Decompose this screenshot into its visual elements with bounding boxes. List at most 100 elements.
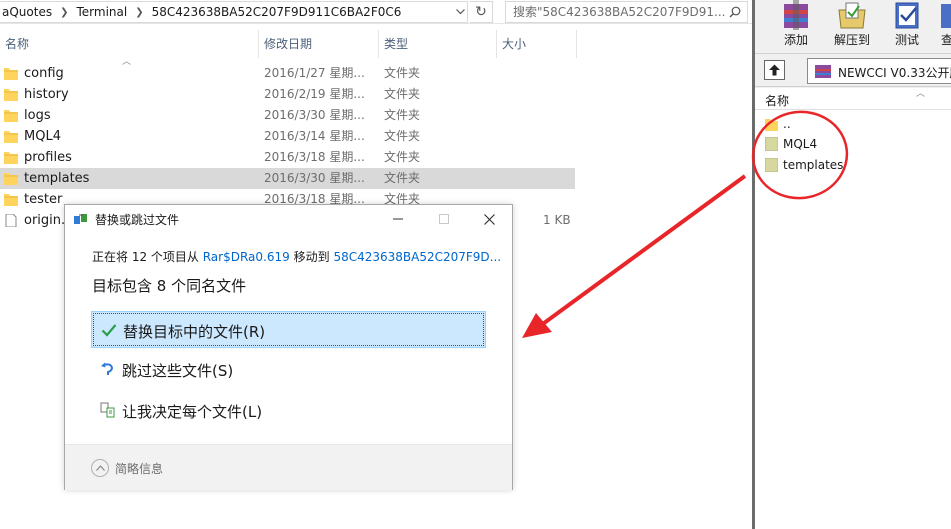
address-bar: aQuotes ❯ Terminal ❯ 58C423638BA52C207F9… <box>0 0 752 24</box>
skip-files-label: 跳过这些文件(S) <box>122 362 234 380</box>
file-row[interactable]: profiles 2016/3/18 星期... 文件夹 <box>0 147 575 168</box>
test-button[interactable]: 测试 <box>879 0 935 52</box>
winrar-window: 添加 解压到 测试 查 NEWCCI V0.33公开版 名称 ︿ .. MQL4… <box>752 0 951 529</box>
file-type: 文件夹 <box>384 87 421 101</box>
list-item-label: .. <box>783 117 791 131</box>
dialog-title: 替换或跳过文件 <box>95 213 180 227</box>
up-arrow-icon <box>769 64 780 76</box>
folder-icon <box>4 131 18 143</box>
replace-or-skip-dialog: 替换或跳过文件 正在将 12 个项目从 Rar$DRa0.619 移动到 58C… <box>64 204 513 490</box>
close-button[interactable] <box>466 205 512 233</box>
extract-to-button[interactable]: 解压到 <box>824 0 880 52</box>
file-name: profiles <box>24 150 72 165</box>
dialog-titlebar[interactable]: 替换或跳过文件 <box>65 205 512 233</box>
folder-icon <box>4 110 18 122</box>
breadcrumb-item[interactable]: Terminal <box>73 5 130 19</box>
replace-files-option[interactable]: 替换目标中的文件(R) <box>91 311 486 348</box>
close-icon <box>483 213 495 225</box>
file-date: 2016/3/30 星期... <box>264 108 365 122</box>
file-type: 文件夹 <box>384 66 421 80</box>
destination-link[interactable]: 58C423638BA52C207F9D... <box>333 250 501 264</box>
archive-path-text: NEWCCI V0.33公开版 <box>838 66 951 80</box>
folder-icon <box>765 158 778 172</box>
column-name[interactable]: 名称 <box>765 92 789 109</box>
column-header: 名称 修改日期 类型 大小 ︿ <box>0 30 752 67</box>
view-icon <box>941 4 951 28</box>
archive-path-field[interactable]: NEWCCI V0.33公开版 <box>807 58 951 84</box>
minimize-button[interactable] <box>375 205 421 233</box>
file-type: 文件夹 <box>384 171 421 185</box>
file-icon <box>5 214 17 227</box>
folder-icon <box>4 194 18 206</box>
replace-files-label: 替换目标中的文件(R) <box>123 323 266 341</box>
checkmark-icon <box>101 324 117 337</box>
rar-archive-icon <box>815 65 831 78</box>
test-icon <box>895 2 919 29</box>
source-link[interactable]: Rar$DRa0.619 <box>203 250 290 264</box>
maximize-button <box>421 205 467 233</box>
file-date: 2016/2/19 星期... <box>264 87 365 101</box>
dialog-footer: 简略信息 <box>65 445 512 490</box>
file-name: config <box>24 66 64 81</box>
skip-files-option[interactable]: 跳过这些文件(S) <box>91 351 486 388</box>
search-box[interactable] <box>505 1 748 23</box>
column-date[interactable]: 修改日期 <box>259 30 379 58</box>
file-transfer-icon <box>74 214 87 224</box>
folder-icon <box>4 89 18 101</box>
dialog-headline: 目标包含 8 个同名文件 <box>92 277 247 295</box>
file-row[interactable]: templates 2016/3/30 星期... 文件夹 <box>0 168 575 189</box>
file-date: 2016/1/27 星期... <box>264 66 365 80</box>
file-type: 文件夹 <box>384 108 421 122</box>
search-input[interactable] <box>506 3 726 21</box>
file-date: 2016/3/30 星期... <box>264 171 365 185</box>
transfer-mid: 移动到 <box>293 250 330 264</box>
view-button[interactable]: 查 <box>935 0 951 52</box>
breadcrumb[interactable]: aQuotes ❯ Terminal ❯ 58C423638BA52C207F9… <box>0 1 468 23</box>
file-name: history <box>24 87 69 102</box>
file-row[interactable]: config 2016/1/27 星期... 文件夹 <box>0 63 575 84</box>
winrar-column-header[interactable]: 名称 ︿ <box>755 88 951 110</box>
minimize-icon <box>393 218 403 220</box>
breadcrumb-item[interactable]: aQuotes <box>0 5 55 19</box>
decide-each-file-option[interactable]: 让我决定每个文件(L) <box>91 392 486 429</box>
file-row[interactable]: logs 2016/3/30 星期... 文件夹 <box>0 105 575 126</box>
skip-arrow-icon <box>101 362 113 375</box>
search-icon[interactable] <box>726 3 744 21</box>
up-folder-button[interactable] <box>764 60 785 80</box>
test-label: 测试 <box>894 33 919 47</box>
maximize-icon <box>439 214 449 224</box>
file-name: templates <box>24 171 90 186</box>
file-date: 2016/3/18 星期... <box>264 150 365 164</box>
folder-icon <box>765 119 778 131</box>
folder-icon <box>765 137 778 151</box>
column-size[interactable]: 大小 <box>497 30 577 58</box>
folder-icon <box>4 173 18 185</box>
extract-to-label: 解压到 <box>833 33 870 47</box>
list-item-label: MQL4 <box>783 137 818 151</box>
folder-icon <box>4 152 18 164</box>
refresh-icon: ↻ <box>475 4 487 20</box>
file-row[interactable]: history 2016/2/19 星期... 文件夹 <box>0 84 575 105</box>
file-name: logs <box>24 108 51 123</box>
decide-each-file-label: 让我决定每个文件(L) <box>122 403 263 421</box>
file-type: 文件夹 <box>384 150 421 164</box>
chevron-down-icon[interactable] <box>452 1 468 23</box>
transfer-prefix: 正在将 12 个项目从 <box>92 250 199 264</box>
column-type[interactable]: 类型 <box>379 30 497 58</box>
chevron-up-icon <box>95 465 105 471</box>
refresh-button[interactable]: ↻ <box>470 1 493 23</box>
archive-add-icon <box>784 0 808 30</box>
collapse-details-button[interactable] <box>91 459 109 477</box>
winrar-toolbar: 添加 解压到 测试 查 <box>755 0 951 52</box>
file-type: 文件夹 <box>384 129 421 143</box>
list-item-label: templates <box>783 158 844 172</box>
file-date: 2016/3/14 星期... <box>264 129 365 143</box>
winrar-file-list: 名称 ︿ .. MQL4 templates <box>755 88 951 529</box>
details-toggle-label[interactable]: 简略信息 <box>115 460 163 477</box>
add-button[interactable]: 添加 <box>768 0 824 52</box>
folder-icon <box>4 68 18 80</box>
file-name: MQL4 <box>24 129 61 144</box>
file-row[interactable]: MQL4 2016/3/14 星期... 文件夹 <box>0 126 575 147</box>
breadcrumb-item[interactable]: 58C423638BA52C207F9D911C6BA2F0C6 <box>149 5 405 19</box>
chevron-right-icon: ❯ <box>60 6 69 18</box>
